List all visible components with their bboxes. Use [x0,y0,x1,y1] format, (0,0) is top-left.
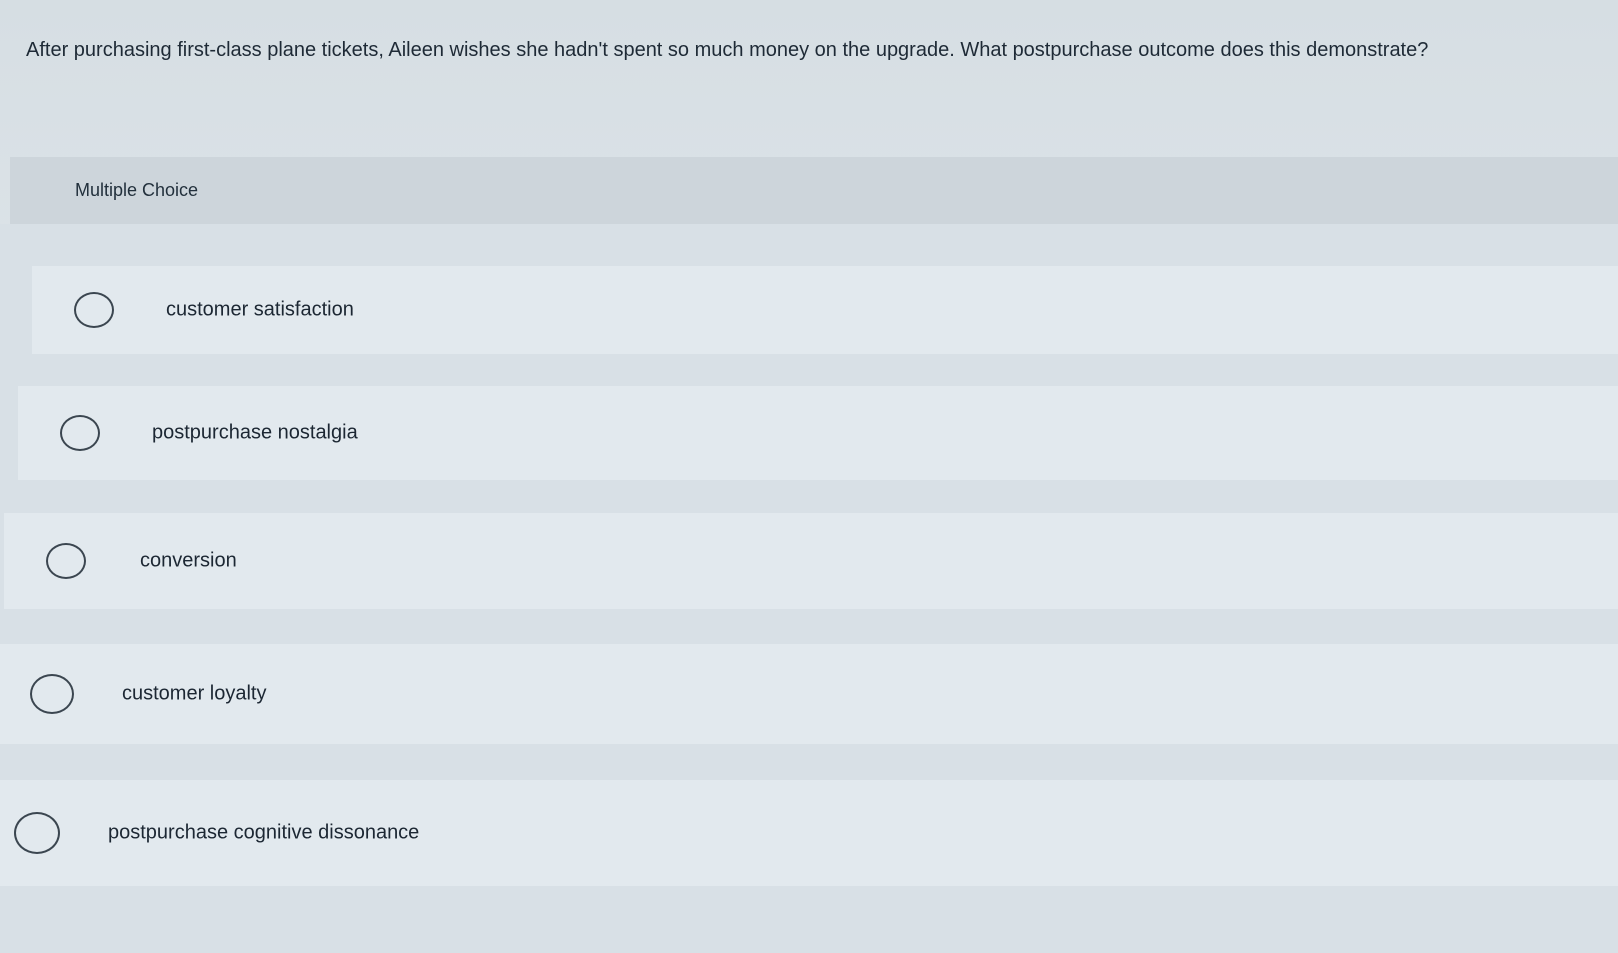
answer-option-conversion[interactable]: conversion [4,513,1618,609]
option-label: postpurchase nostalgia [152,421,358,444]
radio-button[interactable] [30,674,74,714]
multiple-choice-header: Multiple Choice [10,157,1618,224]
answer-option-postpurchase-cognitive-dissonance[interactable]: postpurchase cognitive dissonance [0,780,1618,886]
answer-option-customer-satisfaction[interactable]: customer satisfaction [32,266,1618,354]
option-label: customer satisfaction [166,298,354,321]
radio-button[interactable] [14,812,60,854]
radio-button[interactable] [46,543,86,579]
multiple-choice-label: Multiple Choice [75,180,199,200]
option-label: customer loyalty [122,682,267,705]
option-label: postpurchase cognitive dissonance [108,821,420,844]
answer-option-postpurchase-nostalgia[interactable]: postpurchase nostalgia [18,386,1618,480]
answer-option-customer-loyalty[interactable]: customer loyalty [0,644,1618,744]
option-label: conversion [140,549,237,572]
answer-options-list: customer satisfaction postpurchase nosta… [0,224,1618,953]
question-text: After purchasing first-class plane ticke… [26,39,1429,61]
radio-button[interactable] [74,292,114,328]
radio-button[interactable] [60,415,100,451]
